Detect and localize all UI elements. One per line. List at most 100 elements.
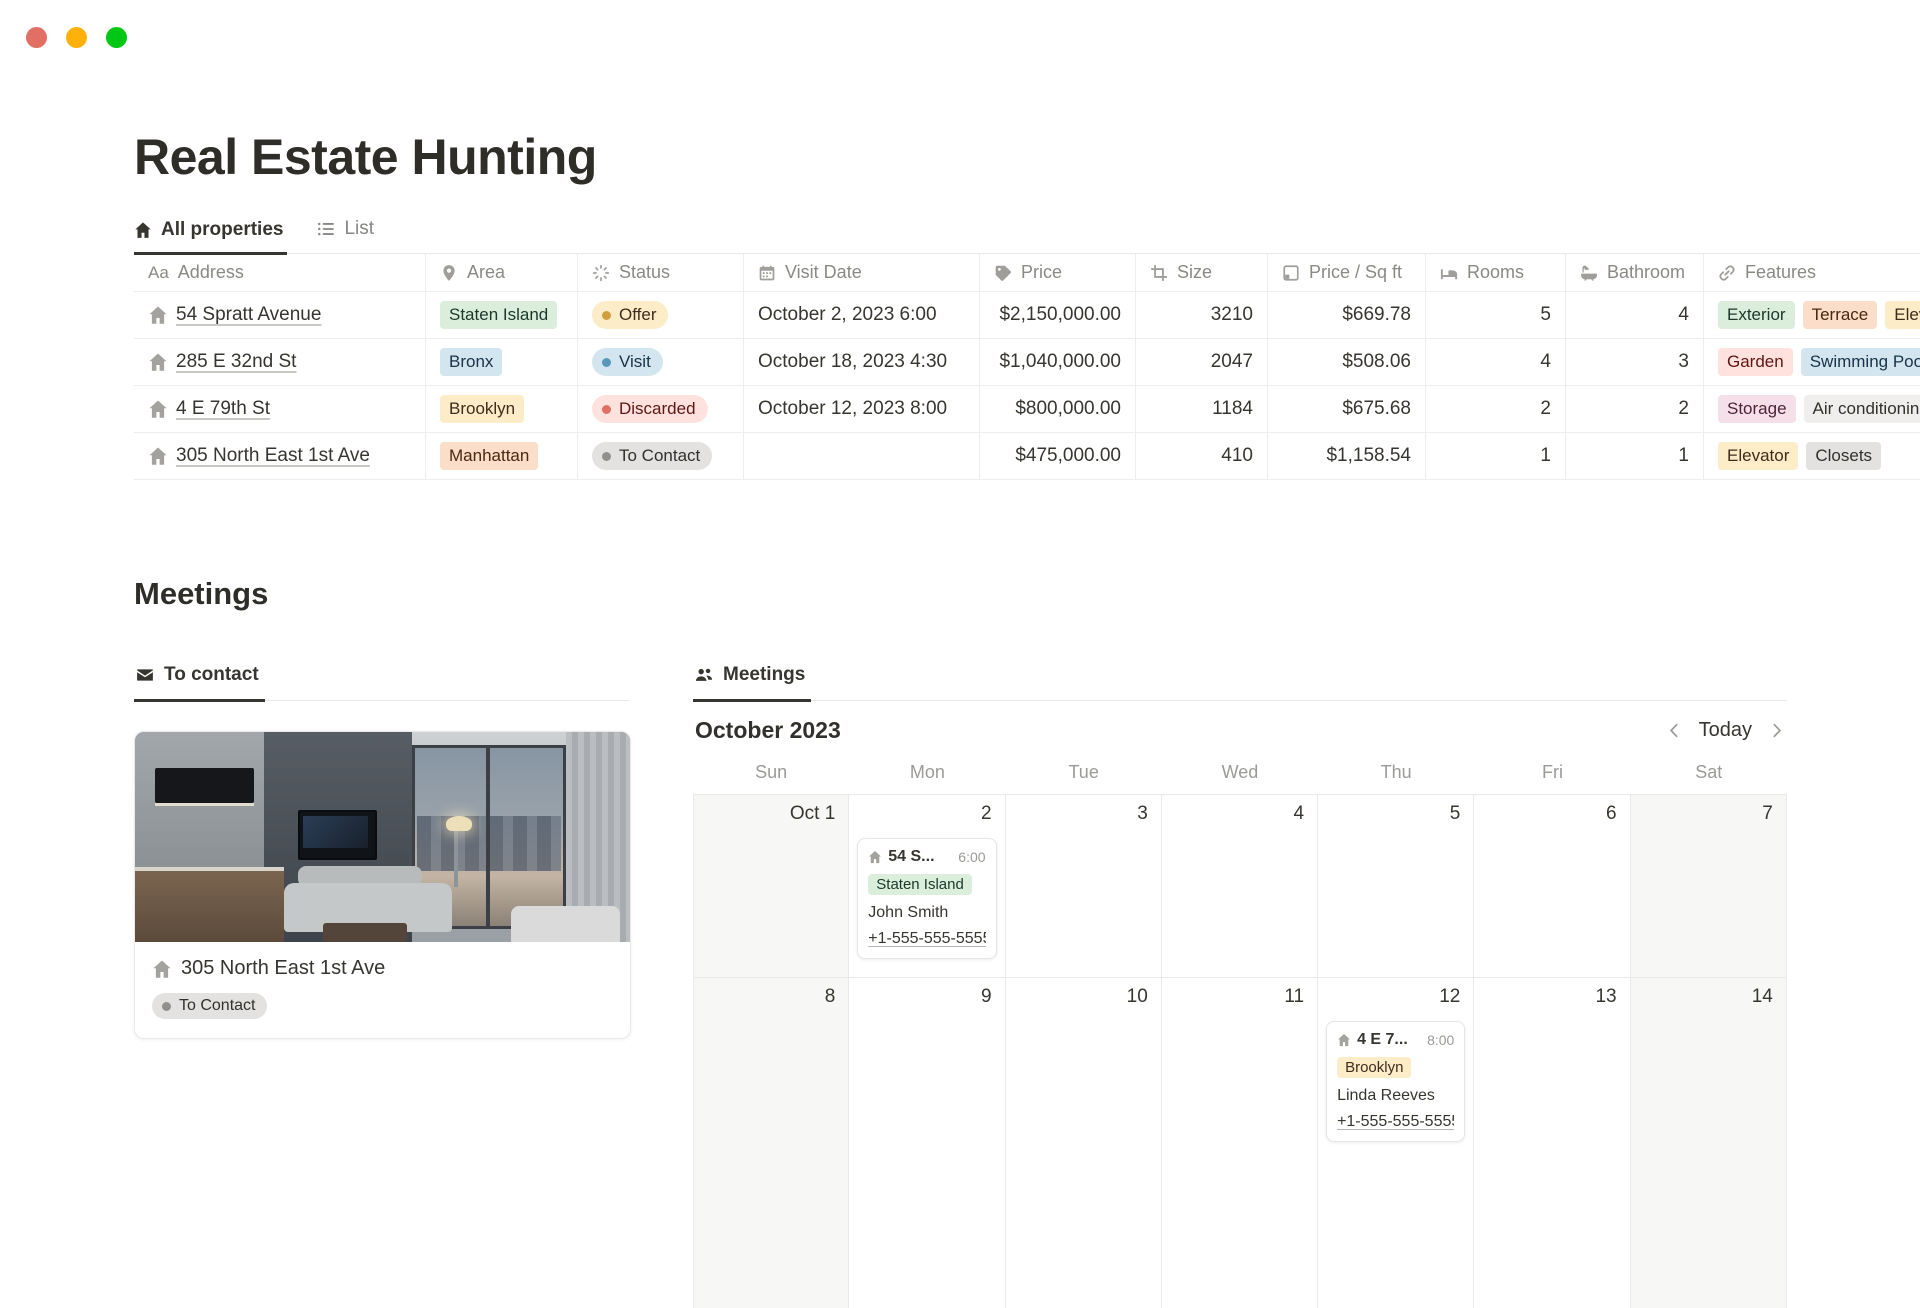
tab-to-contact[interactable]: To contact — [134, 664, 265, 702]
cell-status[interactable]: Offer — [578, 292, 744, 338]
cell-rooms[interactable]: 1 — [1426, 433, 1566, 479]
address-link[interactable]: 285 E 32nd St — [176, 351, 296, 373]
cell-size[interactable]: 1184 — [1136, 386, 1268, 432]
cell-area[interactable]: Brooklyn — [426, 386, 578, 432]
feature-tag[interactable]: Elevator — [1718, 442, 1798, 469]
cell-size[interactable]: 2047 — [1136, 339, 1268, 385]
cell-size[interactable]: 410 — [1136, 433, 1268, 479]
cell-status[interactable]: Discarded — [578, 386, 744, 432]
calendar-day-cell[interactable]: 254 S...6:00Staten IslandJohn Smith+1-55… — [849, 795, 1005, 977]
cell-features[interactable]: Elevator Closets — [1704, 433, 1920, 479]
feature-tag[interactable]: Storage — [1718, 395, 1796, 422]
cell-status[interactable]: Visit — [578, 339, 744, 385]
calendar-day-cell[interactable]: 124 E 7...8:00BrooklynLinda Reeves+1-555… — [1318, 978, 1474, 1308]
event-phone-link[interactable]: +1-555-555-5555 — [1337, 1113, 1454, 1131]
cell-rooms[interactable]: 4 — [1426, 339, 1566, 385]
feature-tag[interactable]: Swimming Pool — [1801, 348, 1920, 375]
area-tag[interactable]: Brooklyn — [440, 395, 524, 422]
cell-price[interactable]: $800,000.00 — [980, 386, 1136, 432]
column-header-features[interactable]: Features — [1704, 254, 1920, 291]
cell-address[interactable]: 305 North East 1st Ave — [134, 433, 426, 479]
cell-bathroom[interactable]: 2 — [1566, 386, 1704, 432]
address-link[interactable]: 54 Spratt Avenue — [176, 304, 321, 326]
window-close-button[interactable] — [26, 27, 47, 48]
cell-size[interactable]: 3210 — [1136, 292, 1268, 338]
feature-tag[interactable]: Terrace — [1803, 301, 1878, 328]
cell-address[interactable]: 285 E 32nd St — [134, 339, 426, 385]
cell-price[interactable]: $475,000.00 — [980, 433, 1136, 479]
feature-tag[interactable]: Garden — [1718, 348, 1793, 375]
calendar-day-cell[interactable]: Oct 1 — [693, 795, 849, 977]
feature-tag[interactable]: Exterior — [1718, 301, 1795, 328]
cell-price[interactable]: $1,040,000.00 — [980, 339, 1136, 385]
cell-features[interactable]: Garden Swimming Pool — [1704, 339, 1920, 385]
tab-list[interactable]: List — [317, 218, 378, 253]
cell-address[interactable]: 4 E 79th St — [134, 386, 426, 432]
calendar-day-cell[interactable]: 13 — [1474, 978, 1630, 1308]
column-header-price-sq-ft[interactable]: Price / Sq ft — [1268, 254, 1426, 291]
status-badge[interactable]: To Contact — [592, 442, 712, 469]
cell-visit_date[interactable] — [744, 433, 980, 479]
column-header-address[interactable]: AaAddress — [134, 254, 426, 291]
cell-price_sqft[interactable]: $669.78 — [1268, 292, 1426, 338]
column-header-bathroom[interactable]: Bathroom — [1566, 254, 1704, 291]
cell-visit_date[interactable]: October 12, 2023 8:00 — [744, 386, 980, 432]
chevron-right-icon[interactable] — [1768, 722, 1785, 739]
chevron-left-icon[interactable] — [1666, 722, 1683, 739]
cell-visit_date[interactable]: October 18, 2023 4:30 — [744, 339, 980, 385]
area-tag[interactable]: Staten Island — [440, 301, 557, 328]
calendar-day-cell[interactable]: 11 — [1162, 978, 1318, 1308]
column-header-status[interactable]: Status — [578, 254, 744, 291]
calendar-day-cell[interactable]: 14 — [1631, 978, 1787, 1308]
cell-status[interactable]: To Contact — [578, 433, 744, 479]
today-button[interactable]: Today — [1699, 719, 1752, 742]
status-badge[interactable]: Visit — [592, 348, 663, 375]
column-header-size[interactable]: Size — [1136, 254, 1268, 291]
cell-price_sqft[interactable]: $508.06 — [1268, 339, 1426, 385]
feature-tag[interactable]: Air conditioning — [1804, 395, 1920, 422]
column-header-price[interactable]: Price — [980, 254, 1136, 291]
tab-all-properties[interactable]: All properties — [134, 219, 287, 255]
calendar-day-cell[interactable]: 10 — [1006, 978, 1162, 1308]
calendar-day-cell[interactable]: 5 — [1318, 795, 1474, 977]
cell-area[interactable]: Bronx — [426, 339, 578, 385]
area-tag[interactable]: Manhattan — [440, 442, 538, 469]
cell-area[interactable]: Staten Island — [426, 292, 578, 338]
calendar-event-card[interactable]: 4 E 7...8:00BrooklynLinda Reeves+1-555-5… — [1326, 1021, 1465, 1142]
cell-bathroom[interactable]: 1 — [1566, 433, 1704, 479]
status-badge[interactable]: Offer — [592, 301, 668, 328]
area-tag[interactable]: Bronx — [440, 348, 502, 375]
calendar-day-cell[interactable]: 7 — [1631, 795, 1787, 977]
feature-tag[interactable]: Elevator — [1885, 301, 1920, 328]
tab-meetings[interactable]: Meetings — [693, 664, 811, 702]
cell-features[interactable]: Storage Air conditioning — [1704, 386, 1920, 432]
calendar-day-cell[interactable]: 9 — [849, 978, 1005, 1308]
column-header-area[interactable]: Area — [426, 254, 578, 291]
calendar-day-cell[interactable]: 8 — [693, 978, 849, 1308]
cell-area[interactable]: Manhattan — [426, 433, 578, 479]
cell-price_sqft[interactable]: $1,158.54 — [1268, 433, 1426, 479]
cell-bathroom[interactable]: 3 — [1566, 339, 1704, 385]
calendar-day-cell[interactable]: 6 — [1474, 795, 1630, 977]
column-header-rooms[interactable]: Rooms — [1426, 254, 1566, 291]
window-zoom-button[interactable] — [106, 27, 127, 48]
cell-features[interactable]: Exterior Terrace Elevator — [1704, 292, 1920, 338]
cell-visit_date[interactable]: October 2, 2023 6:00 — [744, 292, 980, 338]
status-badge[interactable]: Discarded — [592, 395, 708, 422]
calendar-day-cell[interactable]: 4 — [1162, 795, 1318, 977]
event-phone-link[interactable]: +1-555-555-5555 — [868, 930, 985, 948]
cell-price[interactable]: $2,150,000.00 — [980, 292, 1136, 338]
calendar-event-card[interactable]: 54 S...6:00Staten IslandJohn Smith+1-555… — [857, 838, 996, 959]
feature-tag[interactable]: Closets — [1806, 442, 1881, 469]
cell-rooms[interactable]: 2 — [1426, 386, 1566, 432]
cell-rooms[interactable]: 5 — [1426, 292, 1566, 338]
cell-address[interactable]: 54 Spratt Avenue — [134, 292, 426, 338]
calendar-day-cell[interactable]: 3 — [1006, 795, 1162, 977]
property-card[interactable]: 305 North East 1st Ave To Contact — [134, 731, 631, 1039]
address-link[interactable]: 4 E 79th St — [176, 398, 270, 420]
address-link[interactable]: 305 North East 1st Ave — [176, 445, 370, 467]
column-header-visit-date[interactable]: Visit Date — [744, 254, 980, 291]
cell-bathroom[interactable]: 4 — [1566, 292, 1704, 338]
cell-price_sqft[interactable]: $675.68 — [1268, 386, 1426, 432]
window-minimize-button[interactable] — [66, 27, 87, 48]
